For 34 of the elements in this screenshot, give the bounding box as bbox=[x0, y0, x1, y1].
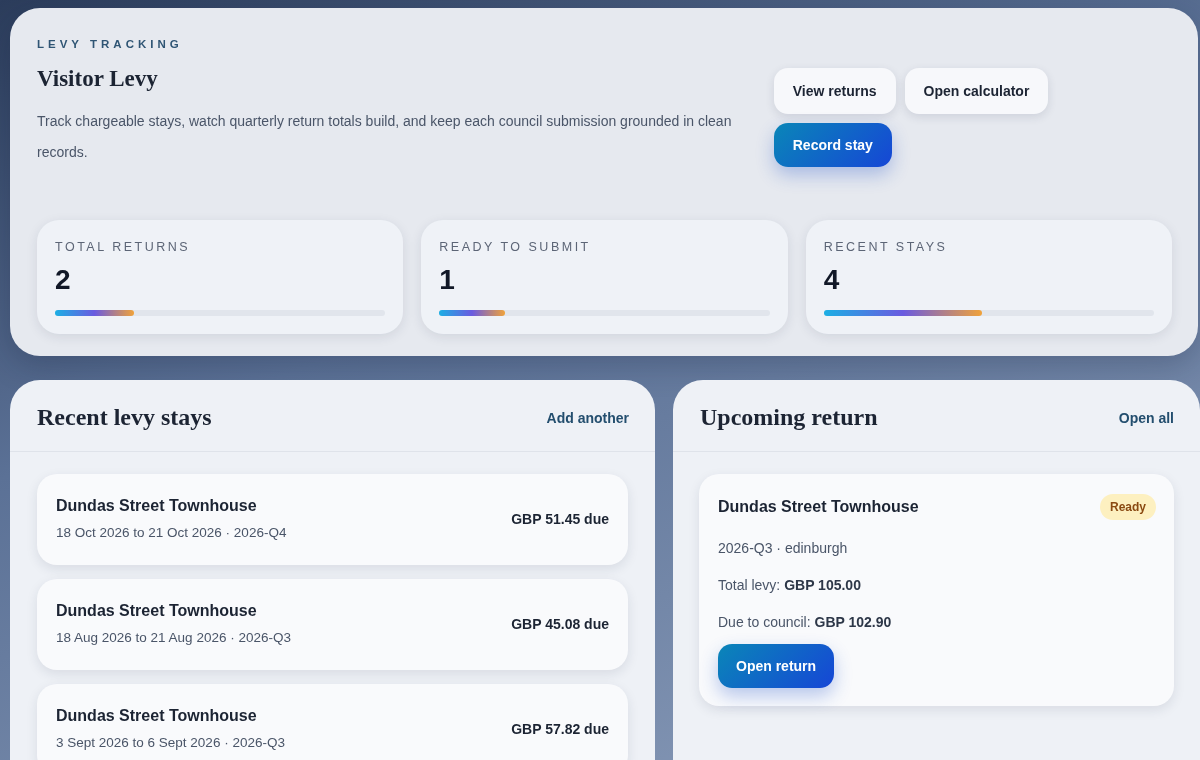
panel-title: Upcoming return bbox=[700, 404, 878, 431]
return-total: Total levy: GBP 105.00 bbox=[718, 577, 862, 593]
stay-name: Dundas Street Townhouse bbox=[56, 707, 258, 725]
stay-dates: 3 Sept 2026 to 6 Sept 2026 · 2026-Q3 bbox=[56, 735, 285, 750]
status-badge: Ready bbox=[1099, 494, 1156, 520]
panel-link[interactable]: Open all bbox=[1118, 409, 1174, 426]
stay-name: Dundas Street Townhouse bbox=[56, 602, 258, 620]
stay-amount: GBP 57.82 due bbox=[511, 720, 609, 737]
page-description: Track chargeable stays, watch quarterly return totals build, and keep each council submission grounded in clean records. bbox=[37, 112, 733, 162]
stay-card[interactable]: Dundas Street Townhouse 3 Sept 2026 to 6 Sept 2026 · 2026-Q3 GBP 57.82 due bbox=[37, 684, 628, 760]
stay-amount: GBP 45.08 due bbox=[511, 615, 609, 632]
return-meta: 2026-Q3 · edinburgh bbox=[718, 540, 849, 556]
stat-label: TOTAL RETURNS bbox=[55, 240, 192, 254]
page-title: Visitor Levy bbox=[37, 66, 159, 92]
stay-name: Dundas Street Townhouse bbox=[56, 497, 258, 515]
stat-label: READY TO SUBMIT bbox=[439, 240, 592, 254]
return-name: Dundas Street Townhouse bbox=[718, 498, 919, 516]
stay-amount: GBP 51.45 due bbox=[511, 510, 609, 527]
stat-value: 1 bbox=[439, 264, 456, 296]
action-button[interactable]: Record stay bbox=[773, 123, 892, 167]
return-total: Due to council: GBP 102.90 bbox=[718, 614, 893, 630]
stat-value: 2 bbox=[55, 264, 72, 296]
eyebrow-label: LEVY TRACKING bbox=[37, 38, 184, 50]
open-return-button[interactable]: Open return bbox=[718, 644, 835, 688]
stay-dates: 18 Oct 2026 to 21 Oct 2026 · 2026-Q4 bbox=[56, 525, 287, 540]
action-button[interactable]: Open calculator bbox=[904, 68, 1049, 114]
stat-label: RECENT STAYS bbox=[823, 240, 949, 254]
panel-title: Recent levy stays bbox=[37, 404, 212, 431]
stay-dates: 18 Aug 2026 to 21 Aug 2026 · 2026-Q3 bbox=[56, 630, 291, 645]
panel-link[interactable]: Add another bbox=[546, 409, 629, 426]
stay-card[interactable]: Dundas Street Townhouse 18 Aug 2026 to 21 Aug 2026 · 2026-Q3 GBP 45.08 due bbox=[37, 579, 628, 670]
stay-card[interactable]: Dundas Street Townhouse 18 Oct 2026 to 21 Oct 2026 · 2026-Q4 GBP 51.45 due bbox=[37, 474, 628, 565]
action-button[interactable]: View returns bbox=[773, 68, 896, 114]
stat-value: 4 bbox=[823, 264, 841, 296]
